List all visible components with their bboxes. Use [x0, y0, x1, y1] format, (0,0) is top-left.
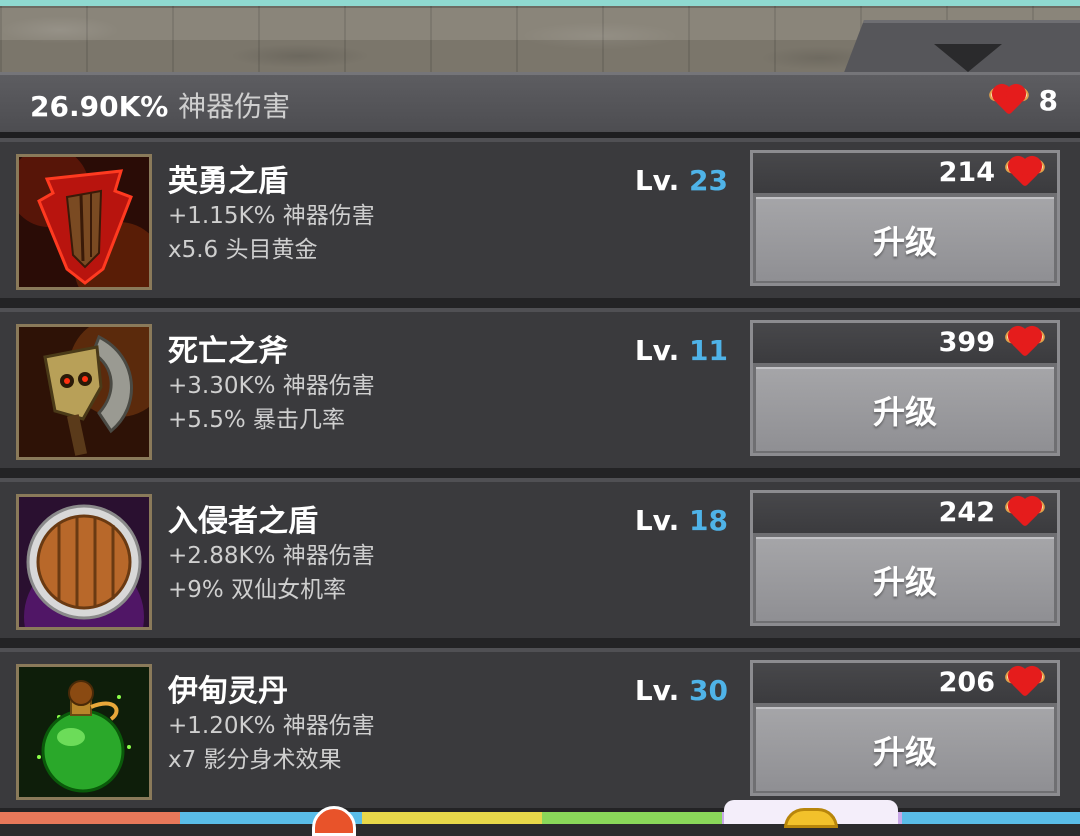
shield-of-valor-icon	[16, 154, 152, 290]
artifact-stat-primary: +3.30K% 神器伤害	[168, 373, 375, 399]
artifacts-header: 26.90K% 神器伤害 8	[0, 72, 1080, 132]
divider	[0, 638, 1080, 648]
artifact-name: 伊甸灵丹	[168, 674, 288, 709]
artifact-level: Lv. 11	[635, 334, 728, 367]
relic-counter: 8	[986, 83, 1058, 117]
divider	[0, 468, 1080, 478]
artifact-level: Lv. 18	[635, 504, 728, 537]
level-prefix: Lv.	[634, 674, 680, 707]
total-damage-value: 26.90K%	[30, 90, 169, 123]
divider	[0, 298, 1080, 308]
artifact-row: 入侵者之盾 +2.88K% 神器伤害 +9% 双仙女机率 Lv. 18 242 …	[0, 478, 1080, 638]
upgrade-button[interactable]: 升级	[756, 537, 1054, 621]
level-number: 30	[689, 674, 728, 707]
collapse-arrow-icon[interactable]	[934, 44, 1002, 72]
artifact-row: 伊甸灵丹 +1.20K% 神器伤害 x7 影分身术效果 Lv. 30 206 升…	[0, 648, 1080, 808]
artifact-stat-secondary: +5.5% 暴击几率	[168, 407, 346, 433]
upgrade-button[interactable]: 升级	[756, 707, 1054, 791]
cost-value: 206	[938, 667, 995, 698]
tab-skills[interactable]	[362, 812, 542, 824]
artifact-row: 英勇之盾 +1.15K% 神器伤害 x5.6 头目黄金 Lv. 23 214 升…	[0, 138, 1080, 298]
tab-sword-master[interactable]	[0, 812, 180, 824]
artifact-stat-primary: +1.20K% 神器伤害	[168, 713, 375, 739]
artifact-name: 入侵者之盾	[168, 504, 318, 539]
artifact-level: Lv. 30	[635, 674, 728, 707]
level-prefix: Lv.	[634, 164, 680, 197]
upgrade-panel: 214 升级	[750, 150, 1060, 286]
artifact-name: 死亡之斧	[168, 334, 288, 369]
artifact-name: 英勇之盾	[168, 164, 288, 199]
level-number: 11	[689, 334, 728, 367]
bottom-tab-bar	[0, 812, 1080, 824]
winged-heart-icon	[986, 83, 1031, 117]
artifact-stat-secondary: x7 影分身术效果	[168, 747, 342, 773]
relic-count: 8	[1038, 83, 1058, 117]
artifact-stat-secondary: x5.6 头目黄金	[168, 237, 318, 263]
upgrade-button[interactable]: 升级	[756, 197, 1054, 281]
artifact-stat-secondary: +9% 双仙女机率	[168, 577, 347, 603]
artifact-row: 死亡之斧 +3.30K% 神器伤害 +5.5% 暴击几率 Lv. 11 399 …	[0, 308, 1080, 468]
upgrade-panel: 399 升级	[750, 320, 1060, 456]
cost-value: 214	[938, 157, 995, 188]
winged-heart-icon	[1003, 665, 1047, 699]
elixir-potion-icon	[16, 664, 152, 800]
active-tab-indicator	[724, 800, 898, 828]
upgrade-cost: 242	[753, 493, 1057, 533]
winged-heart-icon	[1003, 495, 1047, 529]
cost-value: 242	[938, 497, 995, 528]
level-prefix: Lv.	[634, 334, 680, 367]
tab-shop[interactable]	[902, 812, 1080, 824]
level-prefix: Lv.	[634, 504, 680, 537]
upgrade-panel: 206 升级	[750, 660, 1060, 796]
level-number: 23	[689, 164, 728, 197]
total-damage-label: 神器伤害	[178, 90, 291, 123]
artifact-stat-primary: +1.15K% 神器伤害	[168, 203, 375, 229]
winged-heart-icon	[1003, 325, 1047, 359]
winged-heart-icon	[1003, 155, 1047, 189]
upgrade-panel: 242 升级	[750, 490, 1060, 626]
upgrade-cost: 399	[753, 323, 1057, 363]
cost-value: 399	[938, 327, 995, 358]
total-artifact-damage: 26.90K% 神器伤害	[30, 85, 290, 125]
upgrade-button[interactable]: 升级	[756, 367, 1054, 451]
artifact-level: Lv. 23	[635, 164, 728, 197]
level-number: 18	[689, 504, 728, 537]
artifact-stat-primary: +2.88K% 神器伤害	[168, 543, 375, 569]
upgrade-cost: 206	[753, 663, 1057, 703]
upgrade-cost: 214	[753, 153, 1057, 193]
invader-shield-icon	[16, 494, 152, 630]
tab-equipment[interactable]	[542, 812, 722, 824]
death-axe-icon	[16, 324, 152, 460]
